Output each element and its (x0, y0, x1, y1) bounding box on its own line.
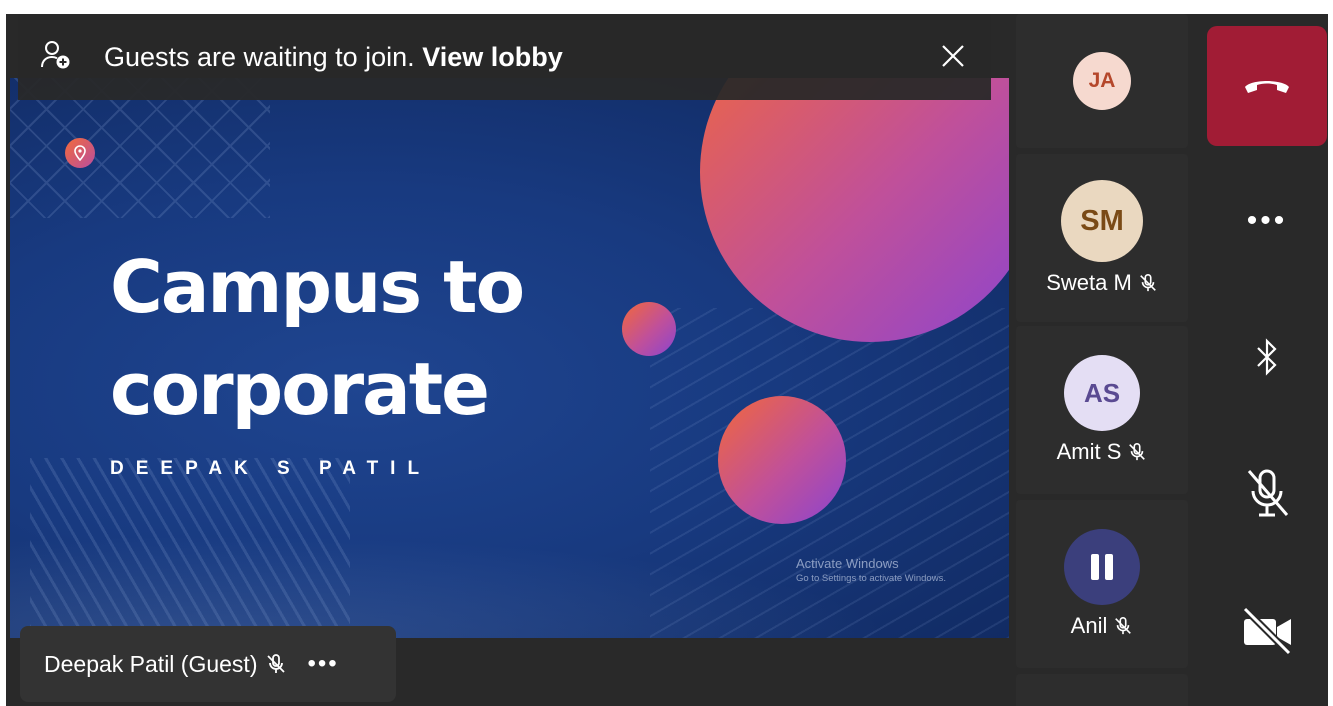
mute-button[interactable] (1207, 460, 1327, 530)
participant-tile[interactable] (1016, 674, 1188, 706)
lobby-notification-banner: Guests are waiting to join. View lobby (18, 14, 991, 100)
guest-add-icon (40, 39, 72, 76)
mic-off-icon (1138, 273, 1158, 293)
participant-tile[interactable]: JA (1016, 14, 1188, 148)
participant-name-row: Amit S (1057, 439, 1148, 465)
presenter-name: Deepak Patil (Guest) (44, 650, 258, 677)
hang-up-button[interactable] (1207, 26, 1327, 146)
participant-name: Anil (1070, 613, 1108, 638)
participants-panel: JA SM Sweta M AS Amit S Anil (1016, 14, 1188, 706)
avatar: AS (1064, 355, 1140, 431)
participant-name-row: Anil (1071, 613, 1134, 639)
lobby-message-text: Guests are waiting to join. (104, 41, 415, 72)
presenter-name-label: Deepak Patil (Guest) ••• (20, 626, 396, 702)
mic-off-icon (265, 653, 287, 675)
location-pin-icon (65, 138, 95, 168)
participant-tile[interactable]: AS Amit S (1016, 326, 1188, 494)
call-controls: ••• (1192, 14, 1328, 706)
mic-off-icon (1113, 616, 1133, 636)
participant-name-row: Sweta M (1046, 270, 1158, 296)
participant-name: Amit S (1056, 439, 1122, 464)
camera-off-icon (1239, 603, 1295, 664)
watermark-title: Activate Windows (796, 556, 899, 571)
watermark-subtitle: Go to Settings to activate Windows. (796, 573, 946, 584)
close-icon[interactable] (939, 42, 967, 70)
meeting-window: Campus to corporate DEEPAK S PATIL Activ… (6, 14, 1328, 706)
more-options-button[interactable]: ••• (1207, 186, 1327, 256)
participant-name: Sweta M (1046, 270, 1132, 295)
activate-windows-watermark: Activate Windows Go to Settings to activ… (796, 556, 946, 584)
view-lobby-link[interactable]: View lobby (422, 42, 563, 72)
hang-up-icon (1242, 72, 1292, 101)
bluetooth-icon (1255, 337, 1279, 382)
shared-slide: Campus to corporate DEEPAK S PATIL Activ… (10, 78, 1009, 638)
slide-title: Campus to corporate (110, 245, 525, 431)
lobby-message: Guests are waiting to join. View lobby (104, 42, 563, 73)
mic-off-icon (1243, 465, 1291, 526)
participant-tile[interactable]: Anil (1016, 500, 1188, 668)
bluetooth-button[interactable] (1207, 324, 1327, 394)
slide-subtitle: DEEPAK S PATIL (110, 458, 432, 479)
participant-tile[interactable]: SM Sweta M (1016, 154, 1188, 322)
decorative-circle (622, 302, 676, 356)
presenter-more-button[interactable]: ••• (307, 650, 338, 678)
decorative-circle (700, 78, 1009, 342)
avatar: SM (1061, 180, 1143, 262)
mic-off-icon (1127, 442, 1147, 462)
decorative-circle (718, 396, 846, 524)
pause-icon (1064, 529, 1140, 605)
camera-button[interactable] (1207, 598, 1327, 668)
more-options-label: ••• (1246, 204, 1288, 237)
avatar: JA (1073, 52, 1131, 110)
